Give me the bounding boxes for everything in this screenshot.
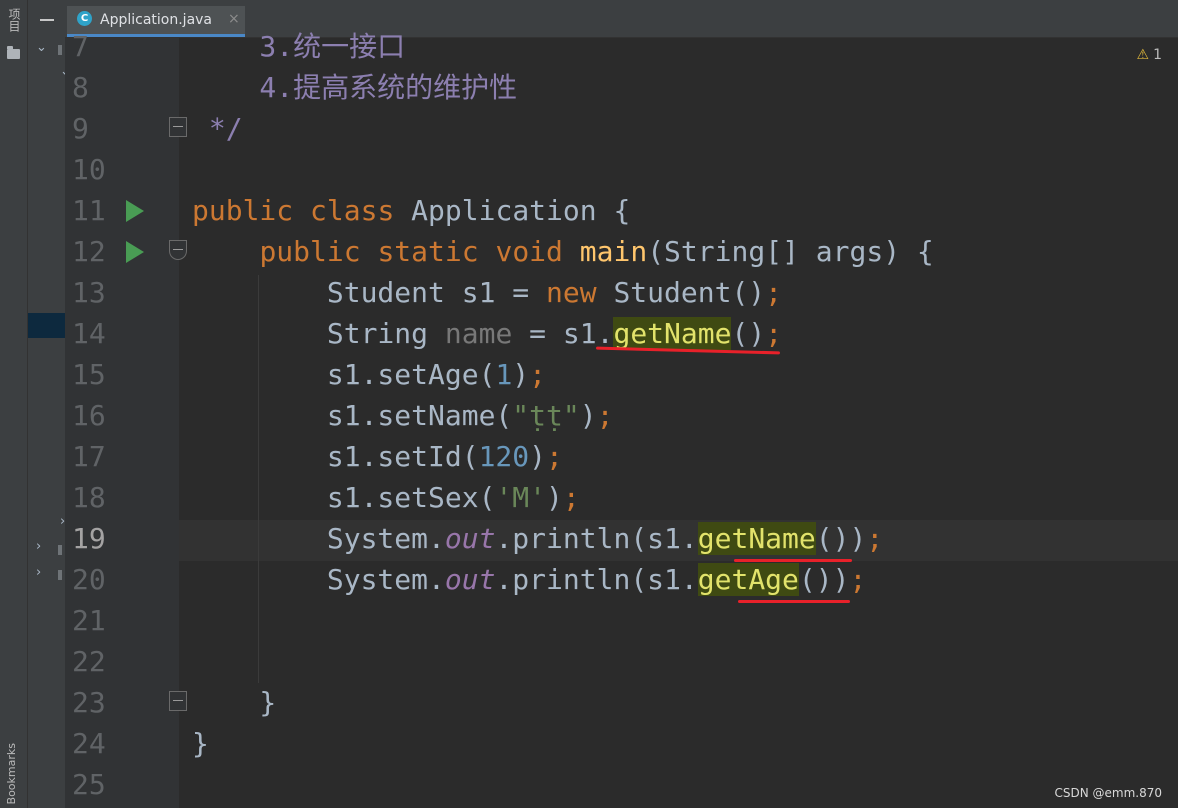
line-number[interactable]: 18 [72, 477, 112, 518]
line-number[interactable]: 12 [72, 231, 112, 272]
line-code[interactable]: } [192, 723, 209, 764]
line-number[interactable]: 7 [72, 26, 112, 67]
line-number[interactable]: 22 [72, 641, 112, 682]
watermark: CSDN @emm.870 [1054, 786, 1162, 800]
line-code[interactable]: s1.setSex('M'); [192, 477, 580, 518]
code-line[interactable]: 18 s1.setSex('M'); [0, 477, 1178, 518]
code-line[interactable]: 11 public class Application { [0, 190, 1178, 231]
line-number[interactable]: 21 [72, 600, 112, 641]
code-line[interactable]: 17 s1.setId(120); [0, 436, 1178, 477]
run-icon[interactable] [126, 200, 144, 222]
line-number[interactable]: 19 [72, 518, 112, 559]
line-code[interactable]: s1.setName("ṭṭ"); [192, 395, 614, 436]
line-code[interactable]: s1.setAge(1); [192, 354, 546, 395]
line-number[interactable]: 16 [72, 395, 112, 436]
fold-start-icon[interactable] [169, 240, 187, 260]
line-number[interactable]: 11 [72, 190, 112, 231]
line-code[interactable]: 3.统一接口 [192, 26, 405, 67]
code-line[interactable]: 21 [0, 600, 1178, 641]
code-line[interactable]: 16 s1.setName("ṭṭ"); [0, 395, 1178, 436]
code-line[interactable]: 24 } [0, 723, 1178, 764]
line-code[interactable]: */ [192, 108, 243, 149]
line-number[interactable]: 8 [72, 67, 112, 108]
code-line[interactable]: 13 Student s1 = new Student(); [0, 272, 1178, 313]
line-number[interactable]: 23 [72, 682, 112, 723]
inspection-widget[interactable]: ⚠ 1 [1137, 47, 1162, 63]
line-number[interactable]: 14 [72, 313, 112, 354]
code-line[interactable]: 8 4.提高系统的维护性 [0, 67, 1178, 108]
line-code[interactable]: Student s1 = new Student(); [192, 272, 782, 313]
code-line[interactable]: 9 */ [0, 108, 1178, 149]
line-code[interactable]: String name = s1.getName(); [192, 313, 782, 354]
line-number[interactable]: 25 [72, 764, 112, 805]
code-line[interactable]: 14 String name = s1.getName(); [0, 313, 1178, 354]
line-number[interactable]: 10 [72, 149, 112, 190]
minimize-icon[interactable] [40, 19, 54, 21]
code-line[interactable]: 22 [0, 641, 1178, 682]
line-number[interactable]: 15 [72, 354, 112, 395]
line-code[interactable]: } [192, 682, 276, 723]
line-code[interactable]: s1.setId(120); [192, 436, 563, 477]
annotation-underline [734, 559, 852, 562]
code-line[interactable]: 7 3.统一接口 [0, 26, 1178, 67]
code-line[interactable]: 25 [0, 764, 1178, 805]
line-code[interactable]: public class Application { [192, 190, 630, 231]
line-number[interactable]: 9 [72, 108, 112, 149]
fold-end-icon[interactable] [169, 117, 187, 137]
ide-window: 项目 Bookmarks ⌄ ⌄ › › › C Application.jav… [0, 0, 1178, 808]
code-line-current[interactable]: 19 System.out.println(s1.getName()); [0, 518, 1178, 559]
line-number[interactable]: 24 [72, 723, 112, 764]
warning-count: 1 [1153, 47, 1162, 63]
code-line[interactable]: 12 public static void main(String[] args… [0, 231, 1178, 272]
annotation-underline [738, 600, 850, 603]
close-icon[interactable]: × [228, 11, 240, 27]
line-number[interactable]: 17 [72, 436, 112, 477]
java-class-icon: C [77, 11, 92, 26]
code-line[interactable]: 23 } [0, 682, 1178, 723]
warning-icon: ⚠ [1136, 47, 1150, 63]
line-number[interactable]: 20 [72, 559, 112, 600]
line-number[interactable]: 13 [72, 272, 112, 313]
line-code[interactable]: public static void main(String[] args) { [192, 231, 933, 272]
line-code[interactable]: 4.提高系统的维护性 [192, 67, 517, 108]
run-icon[interactable] [126, 241, 144, 263]
code-line[interactable]: 20 System.out.println(s1.getAge()); [0, 559, 1178, 600]
code-line[interactable]: 10 [0, 149, 1178, 190]
line-code[interactable]: System.out.println(s1.getName()); [192, 518, 883, 559]
line-code[interactable]: System.out.println(s1.getAge()); [192, 559, 866, 600]
fold-end-icon[interactable] [169, 691, 187, 711]
code-line[interactable]: 15 s1.setAge(1); [0, 354, 1178, 395]
